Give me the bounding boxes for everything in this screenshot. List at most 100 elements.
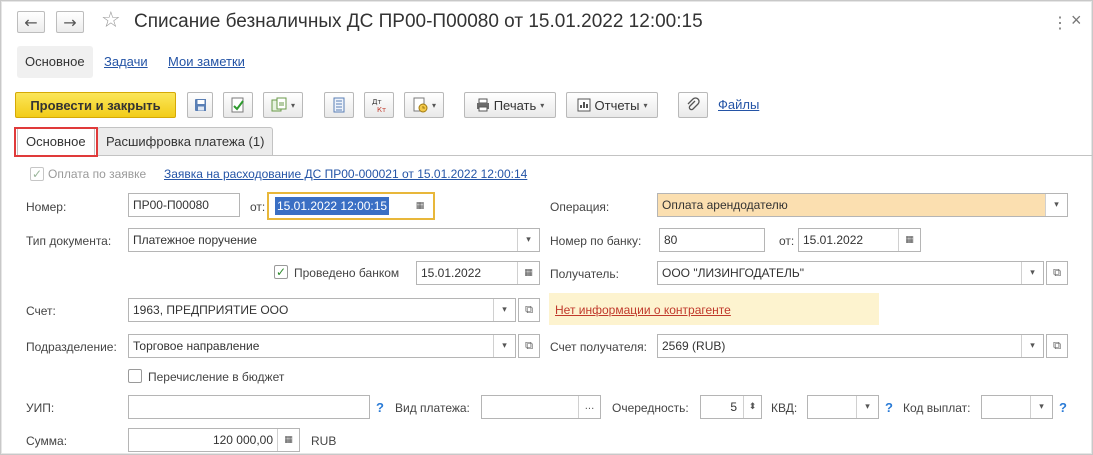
number-field[interactable]: ПР00-П00080 [128,193,240,217]
svg-text:Дт: Дт [372,98,382,106]
print-button[interactable]: Печать ▾ [464,92,556,118]
create-based-icon [271,97,287,112]
attach-file-button[interactable] [678,92,708,118]
list-icon [333,97,345,113]
tab-payment-breakdown[interactable]: Расшифровка платежа (1) [97,127,274,155]
save-button[interactable] [187,92,213,118]
operation-field[interactable]: Оплата арендодателю ▾ [657,193,1068,217]
nav-main[interactable]: Основное [17,46,93,78]
uip-label: УИП: [26,401,55,415]
document-window: ← → ☆ Списание безналичных ДС ПР00-П0008… [0,0,1093,455]
amount-field[interactable]: 120 000,00 ▦ [128,428,300,452]
post-document-icon [231,97,244,113]
post-button[interactable] [223,92,253,118]
date-field[interactable]: 15.01.2022 12:00:15 ▦ [267,192,435,220]
account-field[interactable]: 1963, ПРЕДПРИЯТИЕ ООО ▾ [128,298,516,322]
open-window-icon: ⧉ [525,339,533,352]
attachments-menu-button[interactable]: ▾ [404,92,444,118]
doc-type-label: Тип документа: [26,234,112,248]
dropdown-arrow-icon[interactable]: ▾ [1045,194,1067,216]
budget-transfer-checkbox[interactable] [128,369,142,383]
doc-type-field[interactable]: Платежное поручение ▾ [128,228,540,252]
create-based-on-button[interactable]: ▾ [263,92,303,118]
journal-entries-button[interactable]: Дт Кт [364,92,394,118]
printer-icon [476,98,489,112]
open-recipient-account-button[interactable]: ⧉ [1046,334,1068,358]
processed-by-bank-label: Проведено банком [294,266,400,280]
payout-code-help-icon[interactable]: ? [1059,400,1067,415]
recipient-account-value: 2569 (RUB) [662,339,726,353]
recipient-label: Получатель: [550,267,619,281]
document-clock-icon [413,97,428,113]
date-from-label: от: [250,200,266,214]
bank-date-field[interactable]: 15.01.2022 ▦ [798,228,921,252]
pay-by-request-label: Оплата по заявке [48,167,147,181]
reports-label: Отчеты [594,97,640,113]
files-link[interactable]: Файлы [718,97,759,112]
bank-number-field[interactable]: 80 [659,228,765,252]
back-button[interactable]: ← [17,11,45,33]
more-menu-icon[interactable]: ⋮ [1052,13,1068,33]
payment-type-field[interactable]: ... [481,395,601,419]
arrow-right-icon: → [63,12,77,32]
nav-tasks[interactable]: Задачи [104,46,148,78]
calculator-icon[interactable]: ▦ [277,429,299,451]
payment-type-label: Вид платежа: [395,401,470,415]
open-window-icon: ⧉ [1053,339,1061,352]
forward-button[interactable]: → [56,11,84,33]
nav-notes[interactable]: Мои заметки [168,46,245,78]
division-field[interactable]: Торговое направление ▾ [128,334,516,358]
favorite-star-icon[interactable]: ☆ [101,8,121,33]
processed-date-value: 15.01.2022 [421,266,482,280]
open-account-button[interactable]: ⧉ [518,298,540,322]
dropdown-arrow-icon[interactable]: ▾ [517,229,539,251]
spin-arrows-icon[interactable]: ⬍ [743,396,761,418]
kvd-field[interactable]: ▾ [807,395,879,419]
pay-by-request-checkbox[interactable]: ✓ [30,167,44,181]
priority-label: Очередность: [612,401,689,415]
recipient-account-label: Счет получателя: [550,340,647,354]
dropdown-arrow-icon[interactable]: ▾ [1030,396,1052,418]
calendar-icon[interactable]: ▦ [517,262,539,284]
dropdown-arrow-icon[interactable]: ▾ [493,335,515,357]
chevron-down-icon: ▾ [431,100,436,110]
request-link[interactable]: Заявка на расходование ДС ПР00-000021 от… [164,167,527,181]
select-ellipsis-button[interactable]: ... [578,396,600,418]
dropdown-arrow-icon[interactable]: ▾ [493,299,515,321]
chevron-down-icon: ▾ [290,100,295,110]
post-and-close-button[interactable]: Провести и закрыть [15,92,176,118]
division-value: Торговое направление [133,339,260,353]
date-value: 15.01.2022 12:00:15 [275,197,390,215]
number-value: ПР00-П00080 [133,198,209,212]
open-window-icon: ⧉ [1053,266,1061,279]
currency-label: RUB [311,434,337,448]
kvd-label: КВД: [771,401,798,415]
open-window-icon: ⧉ [525,303,533,316]
processed-by-bank-checkbox[interactable]: ✓ [274,265,288,279]
calendar-icon[interactable]: ▦ [898,229,920,251]
recipient-field[interactable]: ООО "ЛИЗИНГОДАТЕЛЬ" ▾ [657,261,1044,285]
dropdown-arrow-icon[interactable]: ▾ [1021,335,1043,357]
structure-button[interactable] [324,92,354,118]
reports-button[interactable]: Отчеты ▾ [566,92,658,118]
dropdown-arrow-icon[interactable]: ▾ [856,396,878,418]
amount-label: Сумма: [26,434,68,448]
kvd-help-icon[interactable]: ? [885,400,893,415]
svg-text:Кт: Кт [377,106,386,113]
open-recipient-button[interactable]: ⧉ [1046,261,1068,285]
uip-field[interactable] [128,395,370,419]
page-title: Списание безналичных ДС ПР00-П00080 от 1… [134,11,703,32]
dropdown-arrow-icon[interactable]: ▾ [1021,262,1043,284]
close-icon[interactable]: × [1071,10,1082,31]
recipient-account-field[interactable]: 2569 (RUB) ▾ [657,334,1044,358]
calendar-icon[interactable]: ▦ [407,196,433,216]
account-label: Счет: [26,304,56,318]
counterparty-warning-link[interactable]: Нет информации о контрагенте [555,303,731,317]
recipient-value: ООО "ЛИЗИНГОДАТЕЛЬ" [662,266,805,280]
open-division-button[interactable]: ⧉ [518,334,540,358]
uip-help-icon[interactable]: ? [376,400,384,415]
priority-field[interactable]: 5 ⬍ [700,395,762,419]
processed-date-field[interactable]: 15.01.2022 ▦ [416,261,540,285]
bank-number-label: Номер по банку: [550,234,642,248]
payout-code-field[interactable]: ▾ [981,395,1053,419]
